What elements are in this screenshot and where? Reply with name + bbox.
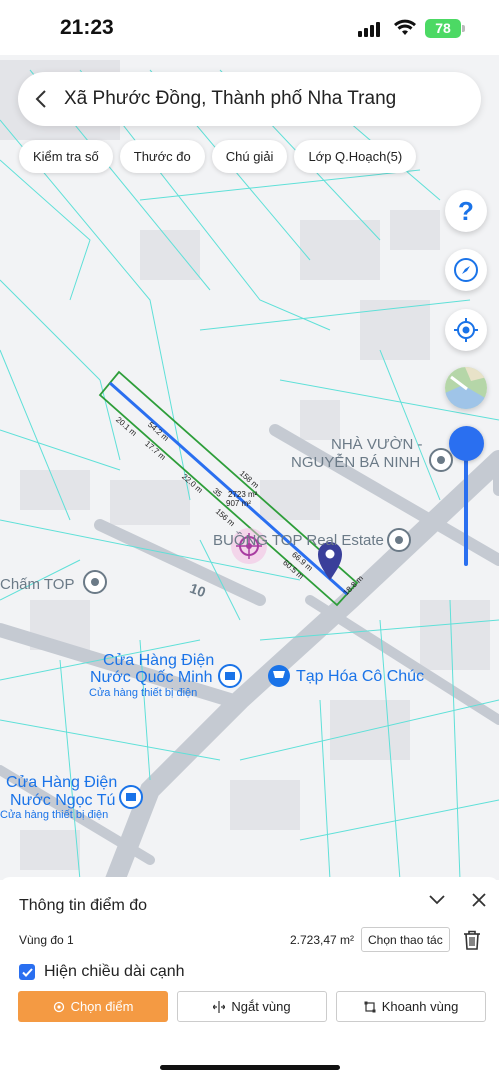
label-nha-vuon-2: NGUYỄN BÁ NINH [291,454,421,471]
map-canvas[interactable] [0,55,499,880]
opacity-slider[interactable] [449,426,485,568]
select-action-button[interactable]: Chọn thao tác [361,927,450,952]
cut-zone-button[interactable]: Ngắt vùng [177,991,327,1022]
label-shop-1a: Cửa Hàng Điện [103,652,215,669]
target-icon [53,1001,64,1012]
crosshair-icon [454,318,478,342]
my-location-button[interactable] [445,309,487,351]
slider-thumb[interactable] [449,426,484,461]
chevron-left-icon [35,90,46,108]
polygon-icon [364,1001,376,1012]
label-shop-2c: Cửa hàng thiết bị điện [0,809,109,821]
poi-shop-1-icon[interactable] [218,664,242,688]
close-icon [472,893,486,907]
label-cham-top: Chấm TOP [0,576,75,593]
panel-actions: Chọn điểm Ngắt vùng Khoanh vùng [18,991,486,1022]
chip-legend[interactable]: Chú giải [211,140,288,173]
compass-button[interactable] [445,249,487,291]
map-view[interactable]: 54.2 m 158 m 20.1 m 17.7 m 22.0 m 2723 m… [0,55,499,880]
label-shop-1b: Nước Quốc Minh [90,669,213,686]
chip-ruler[interactable]: Thước đo [119,140,205,173]
chip-check-number[interactable]: Kiểm tra số [19,140,113,173]
close-button[interactable] [466,887,492,913]
zone-area-value: 2.723,47 m² [290,933,355,947]
measure-area-alt: 907 m² [226,499,251,508]
label-shop-2b: Nước Ngọc Tú [10,792,116,809]
split-icon [213,1000,226,1013]
select-point-label: Chọn điểm [70,999,134,1014]
poi-cham-top-icon[interactable] [83,570,107,594]
trash-icon[interactable] [462,929,482,951]
label-tap-hoa: Tạp Hóa Cô Chúc [296,668,425,685]
label-nha-vuon-1: NHÀ VƯỜN - [331,436,423,453]
compass-icon [454,258,478,282]
tool-chips: Kiểm tra số Thước đo Chú giải Lớp Q.Hoạc… [19,140,417,173]
poi-shop-2-icon[interactable] [119,785,143,809]
show-edge-length-label: Hiện chiều dài cạnh [44,963,185,980]
select-point-button[interactable]: Chọn điểm [18,991,168,1022]
help-button[interactable]: ? [445,190,487,232]
signal-icon [358,22,380,37]
location-header[interactable]: Xã Phước Đồng, Thành phố Nha Trang [18,72,481,126]
draw-zone-button[interactable]: Khoanh vùng [336,991,486,1022]
status-time: 21:23 [60,16,114,39]
label-shop-2a: Cửa Hàng Điện [6,774,118,791]
collapse-button[interactable] [424,887,450,913]
map-layer-icon [445,367,487,409]
label-shop-1c: Cửa hàng thiết bị điện [89,687,198,699]
battery-indicator: 78 [425,19,461,38]
cut-zone-label: Ngắt vùng [231,999,291,1014]
chevron-down-icon [429,895,445,905]
poi-real-estate-icon[interactable] [387,528,411,552]
battery-tip [462,25,465,32]
show-edge-length-checkbox[interactable] [19,964,35,980]
header-title: Xã Phước Đồng, Thành phố Nha Trang [64,88,397,109]
poi-tap-hoa-icon[interactable] [268,665,290,687]
label-real-estate: BUỒNG TOP Real Estate [213,532,384,549]
show-edge-length-row[interactable]: Hiện chiều dài cạnh [19,963,185,981]
back-button[interactable] [18,72,64,126]
chip-planning-layers[interactable]: Lớp Q.Hoạch(5) [294,140,417,173]
panel-title: Thông tin điểm đo [19,897,148,914]
home-indicator[interactable] [160,1065,340,1070]
help-icon: ? [458,195,474,226]
measure-area: 2723 m² [228,490,258,499]
measurement-panel: Thông tin điểm đo Vùng đo 1 2.723,47 m² … [0,877,499,1080]
status-bar: 21:23 78 [0,0,499,55]
zone-label: Vùng đo 1 [19,933,74,947]
map-layer-button[interactable] [445,367,487,409]
draw-zone-label: Khoanh vùng [381,999,459,1014]
check-icon [21,967,33,977]
wifi-icon [394,19,416,35]
